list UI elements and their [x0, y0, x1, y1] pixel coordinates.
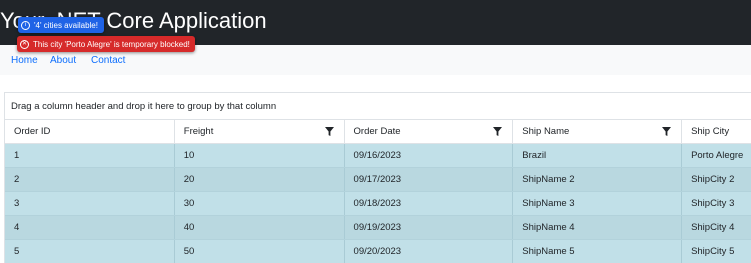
- nav-about-link[interactable]: About: [50, 55, 76, 66]
- nav-home-link[interactable]: Home: [11, 55, 38, 66]
- filter-icon[interactable]: [493, 127, 503, 136]
- cell-order-date: 09/16/2023: [345, 144, 514, 167]
- cell-ship-name: ShipName 2: [513, 168, 683, 191]
- column-header-label: Freight: [183, 126, 214, 137]
- cell-order-id: 2: [5, 168, 175, 191]
- info-icon: i: [21, 20, 30, 30]
- cell-order-id: 3: [5, 192, 175, 215]
- group-panel[interactable]: Drag a column header and drop it here to…: [5, 93, 751, 120]
- column-header-order-date[interactable]: Order Date: [345, 120, 514, 143]
- cell-order-date: 09/19/2023: [345, 216, 514, 239]
- cell-ship-city: ShipCity 2: [691, 174, 735, 185]
- filter-icon[interactable]: [662, 127, 672, 136]
- cell-order-id: 1: [5, 144, 175, 167]
- cell-order-date: 09/18/2023: [345, 192, 514, 215]
- table-row[interactable]: 2 20 09/17/2023 ShipName 2 ShipCity 2: [5, 168, 751, 192]
- cell-order-date: 09/20/2023: [345, 240, 514, 263]
- column-header-ship-city[interactable]: Ship City: [682, 120, 751, 143]
- cell-freight: 50: [175, 240, 345, 263]
- column-header-label: Order ID: [14, 126, 51, 137]
- column-header-order-id[interactable]: Order ID: [5, 120, 175, 143]
- cell-order-id: 5: [5, 240, 175, 263]
- error-icon: ✕: [20, 39, 29, 49]
- cell-ship-name: Brazil: [513, 144, 683, 167]
- cell-ship-city: ShipCity 5: [691, 246, 735, 257]
- cell-freight: 40: [175, 216, 345, 239]
- cell-ship-name: ShipName 5: [513, 240, 683, 263]
- column-header-freight[interactable]: Freight: [175, 120, 345, 143]
- cell-ship-name: ShipName 4: [513, 216, 683, 239]
- grid-header-row: Order ID Freight Order Date Ship Name Sh…: [5, 120, 751, 144]
- table-row[interactable]: 5 50 09/20/2023 ShipName 5 ShipCity 5: [5, 240, 751, 263]
- error-toast[interactable]: ✕ This city 'Porto Alegre' is temporary …: [17, 36, 195, 52]
- info-toast[interactable]: i '4' cities available!: [18, 17, 104, 33]
- column-header-label: Order Date: [353, 126, 401, 137]
- table-row[interactable]: 3 30 09/18/2023 ShipName 3 ShipCity 3: [5, 192, 751, 216]
- cell-order-id: 4: [5, 216, 175, 239]
- column-header-label: Ship City: [691, 126, 730, 137]
- cell-order-date: 09/17/2023: [345, 168, 514, 191]
- table-row[interactable]: 4 40 09/19/2023 ShipName 4 ShipCity 4: [5, 216, 751, 240]
- cell-freight: 10: [175, 144, 345, 167]
- nav-contact-link[interactable]: Contact: [91, 55, 125, 66]
- filter-icon[interactable]: [324, 127, 334, 136]
- column-header-ship-name[interactable]: Ship Name: [513, 120, 683, 143]
- cell-freight: 20: [175, 168, 345, 191]
- column-header-label: Ship Name: [522, 126, 570, 137]
- orders-grid: Drag a column header and drop it here to…: [4, 92, 751, 263]
- cell-ship-city: ShipCity 3: [691, 198, 735, 209]
- cell-ship-city: ShipCity 4: [691, 222, 735, 233]
- info-toast-text: '4' cities available!: [34, 20, 98, 30]
- table-row[interactable]: 1 10 09/16/2023 Brazil Porto Alegre: [5, 144, 751, 168]
- cell-ship-name: ShipName 3: [513, 192, 683, 215]
- cell-freight: 30: [175, 192, 345, 215]
- cell-ship-city: Porto Alegre: [691, 150, 744, 161]
- error-toast-text: This city 'Porto Alegre' is temporary bl…: [33, 39, 190, 49]
